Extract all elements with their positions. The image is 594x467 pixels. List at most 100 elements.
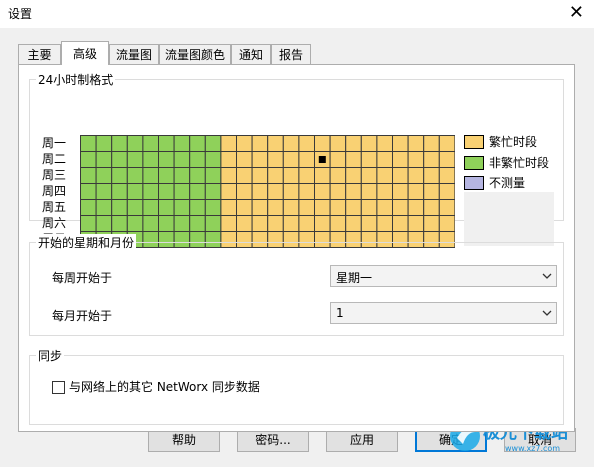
schedule-cell[interactable]	[220, 199, 237, 216]
schedule-cell[interactable]	[220, 151, 237, 168]
schedule-cell[interactable]	[407, 151, 425, 168]
schedule-cell[interactable]	[298, 183, 315, 200]
schedule-cell[interactable]	[423, 151, 440, 168]
month-start-select[interactable]: 1	[330, 302, 557, 324]
schedule-cell[interactable]	[407, 135, 425, 152]
schedule-cell[interactable]	[142, 151, 160, 168]
schedule-cell[interactable]	[158, 215, 175, 232]
schedule-cell[interactable]	[438, 183, 455, 200]
schedule-cell[interactable]	[392, 183, 409, 200]
schedule-cell[interactable]	[80, 199, 97, 216]
schedule-cell[interactable]	[282, 183, 300, 200]
schedule-cell[interactable]	[80, 215, 97, 232]
schedule-cell[interactable]	[282, 215, 300, 232]
schedule-cell[interactable]	[392, 215, 409, 232]
schedule-cell[interactable]	[314, 167, 331, 184]
schedule-cell[interactable]	[376, 135, 393, 152]
schedule-cell[interactable]	[126, 183, 144, 200]
schedule-cell[interactable]	[376, 183, 393, 200]
schedule-cell[interactable]	[95, 151, 113, 168]
schedule-cell[interactable]	[407, 167, 425, 184]
schedule-cell[interactable]	[189, 167, 206, 184]
schedule-cell[interactable]	[80, 135, 97, 152]
schedule-cell[interactable]	[438, 135, 455, 152]
tab-notifications[interactable]: 通知	[231, 44, 271, 64]
schedule-cell[interactable]	[392, 151, 409, 168]
schedule-cell[interactable]	[189, 135, 206, 152]
schedule-cell[interactable]	[189, 215, 206, 232]
schedule-cell[interactable]	[392, 199, 409, 216]
schedule-cell[interactable]	[236, 135, 253, 152]
schedule-cell[interactable]	[345, 135, 362, 152]
schedule-cell[interactable]	[158, 167, 175, 184]
schedule-cell[interactable]	[111, 167, 128, 184]
schedule-cell[interactable]	[80, 183, 97, 200]
schedule-cell[interactable]	[360, 167, 378, 184]
schedule-cell[interactable]	[95, 199, 113, 216]
schedule-cell[interactable]	[360, 199, 378, 216]
schedule-cell[interactable]	[345, 199, 362, 216]
schedule-cell[interactable]	[360, 183, 378, 200]
schedule-cell[interactable]	[111, 135, 128, 152]
schedule-cell[interactable]	[95, 135, 113, 152]
schedule-cell[interactable]	[407, 183, 425, 200]
schedule-cell[interactable]	[173, 215, 191, 232]
schedule-cell[interactable]	[392, 167, 409, 184]
schedule-cell[interactable]	[438, 215, 455, 232]
schedule-cell[interactable]	[329, 167, 347, 184]
tab-reports[interactable]: 报告	[271, 44, 311, 64]
schedule-cell[interactable]	[95, 167, 113, 184]
schedule-cell[interactable]	[158, 151, 175, 168]
schedule-cell[interactable]	[267, 199, 284, 216]
schedule-cell[interactable]	[95, 215, 113, 232]
schedule-cell[interactable]	[267, 167, 284, 184]
schedule-cell[interactable]	[111, 215, 128, 232]
schedule-cell[interactable]	[407, 215, 425, 232]
schedule-cell[interactable]	[126, 215, 144, 232]
schedule-cell[interactable]	[189, 151, 206, 168]
schedule-cell[interactable]	[314, 135, 331, 152]
schedule-cell[interactable]	[282, 167, 300, 184]
schedule-cell[interactable]	[220, 167, 237, 184]
schedule-cell[interactable]	[204, 151, 222, 168]
schedule-cell[interactable]	[438, 199, 455, 216]
schedule-cell[interactable]	[173, 167, 191, 184]
schedule-cell[interactable]	[298, 199, 315, 216]
schedule-cell[interactable]	[360, 151, 378, 168]
schedule-grid[interactable]	[80, 135, 455, 248]
schedule-cell[interactable]	[376, 167, 393, 184]
schedule-cell[interactable]	[189, 183, 206, 200]
schedule-cell[interactable]	[173, 151, 191, 168]
tab-graph-colors[interactable]: 流量图颜色	[159, 44, 231, 64]
schedule-cell[interactable]	[111, 199, 128, 216]
schedule-cell[interactable]	[142, 135, 160, 152]
schedule-cell[interactable]	[423, 135, 440, 152]
schedule-cell[interactable]	[251, 167, 269, 184]
schedule-cell[interactable]	[314, 215, 331, 232]
schedule-cell[interactable]	[423, 167, 440, 184]
schedule-cell[interactable]	[298, 167, 315, 184]
schedule-cell[interactable]	[158, 135, 175, 152]
schedule-cell[interactable]	[329, 135, 347, 152]
schedule-cell[interactable]	[173, 199, 191, 216]
tab-main[interactable]: 主要	[18, 44, 61, 64]
schedule-cell[interactable]	[298, 135, 315, 152]
schedule-cell[interactable]	[95, 183, 113, 200]
schedule-cell[interactable]	[236, 215, 253, 232]
schedule-cell[interactable]	[251, 215, 269, 232]
schedule-cell[interactable]	[376, 199, 393, 216]
schedule-cell[interactable]	[438, 167, 455, 184]
schedule-cell[interactable]	[329, 183, 347, 200]
schedule-cell[interactable]	[142, 183, 160, 200]
schedule-cell[interactable]	[111, 151, 128, 168]
schedule-cell[interactable]	[80, 151, 97, 168]
schedule-cell[interactable]	[142, 215, 160, 232]
schedule-cell[interactable]	[360, 215, 378, 232]
schedule-cell[interactable]	[236, 183, 253, 200]
schedule-cell[interactable]	[423, 183, 440, 200]
schedule-cell[interactable]	[220, 215, 237, 232]
schedule-cell[interactable]	[329, 151, 347, 168]
schedule-cell[interactable]	[267, 151, 284, 168]
schedule-cell[interactable]	[345, 151, 362, 168]
schedule-cell[interactable]	[438, 151, 455, 168]
